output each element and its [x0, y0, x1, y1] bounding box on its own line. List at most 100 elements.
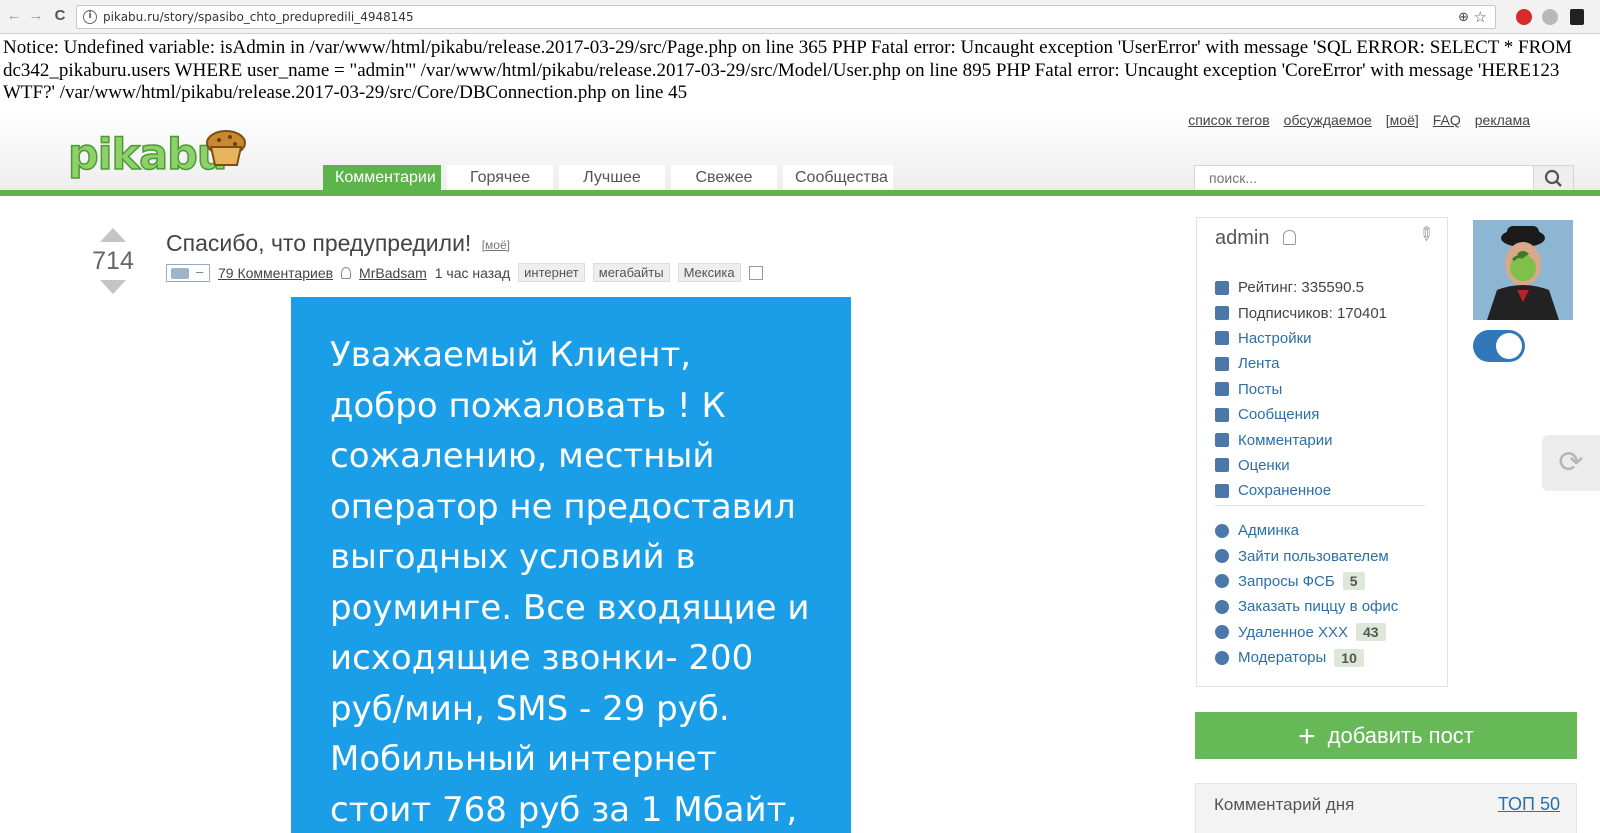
menu-item-deleted-xxx[interactable]: Удаленное XXX 43 [1215, 620, 1443, 645]
speech-bubble-icon [1215, 433, 1229, 448]
tab-fresh[interactable]: Свежее [671, 165, 777, 190]
menu-item-comments[interactable]: Комментарии [1215, 427, 1443, 452]
menu-item-label: Сообщения [1238, 406, 1320, 424]
count-badge: 10 [1334, 648, 1364, 667]
story-tag[interactable]: мегабайты [592, 263, 670, 282]
gear-icon [1215, 331, 1229, 346]
toplink-faq[interactable]: FAQ [1433, 112, 1461, 128]
add-post-label: добавить пост [1327, 723, 1474, 748]
reload-icon[interactable]: C [50, 6, 70, 26]
main-tabs: Комментарии Горячее Лучшее Свежее Сообще… [323, 165, 893, 190]
adblock-extension-icon[interactable] [1516, 9, 1532, 25]
menu-item-label: Сохраненное [1238, 482, 1332, 500]
user-icon [1215, 306, 1229, 321]
header-green-bar [0, 190, 1600, 196]
story-comments-link[interactable]: 79 Комментариев [218, 265, 333, 281]
tab-communities[interactable]: Сообщества [783, 165, 893, 190]
story-title[interactable]: Спасибо, что предупредили! [166, 230, 471, 256]
menu-item-saved[interactable]: Сохраненное [1215, 478, 1443, 503]
zoom-icon[interactable]: ⊕ [1458, 9, 1469, 25]
menu-item-messages[interactable]: Сообщения [1215, 402, 1443, 427]
site-header: pikabu список тегов обсуждаемое [моё] FA… [0, 112, 1600, 196]
menu-item-admin[interactable]: Админка [1215, 518, 1443, 543]
toplink-mine[interactable]: [моё] [1386, 112, 1419, 128]
floppy-icon [1215, 483, 1229, 498]
profile-subscribers: Подписчиков: 170401 [1215, 300, 1443, 325]
pin-icon[interactable]: ✎ [1413, 222, 1438, 248]
search-box [1194, 165, 1574, 191]
globe-extension-icon[interactable] [1542, 9, 1558, 25]
forward-icon[interactable]: → [26, 6, 46, 26]
menu-item-fsb-requests[interactable]: Запросы ФСБ 5 [1215, 569, 1443, 594]
url-text[interactable]: pikabu.ru/story/spasibo_chto_predupredil… [103, 10, 414, 25]
menu-item-login-as-user[interactable]: Зайти пользователем [1215, 543, 1443, 568]
vote-block: 714 [88, 228, 138, 294]
address-bar[interactable]: i pikabu.ru/story/spasibo_chto_predupred… [76, 5, 1496, 29]
story-tag[interactable]: интернет [518, 263, 585, 282]
menu-item-posts[interactable]: Посты [1215, 377, 1443, 402]
bar-chart-icon [1215, 280, 1229, 295]
profile-menu: Рейтинг: 335590.5 Подписчиков: 170401 На… [1215, 275, 1443, 504]
menu-item-feed[interactable]: Лента [1215, 351, 1443, 376]
story-author-link[interactable]: MrBadsam [359, 265, 427, 281]
tab-best[interactable]: Лучшее [559, 165, 665, 190]
menu-item-order-pizza[interactable]: Заказать пиццу в офис [1215, 594, 1443, 619]
story-rating: 714 [92, 247, 134, 275]
posts-icon [1215, 382, 1229, 397]
menu-item-label: Зайти пользователем [1238, 547, 1389, 565]
upvote-icon[interactable] [100, 228, 126, 242]
story-mine-label[interactable]: [моё] [482, 238, 510, 252]
pie-icon [1215, 599, 1229, 614]
search-input[interactable] [1195, 166, 1533, 190]
user-icon [341, 266, 352, 279]
top50-link[interactable]: ТОП 50 [1498, 794, 1560, 815]
comment-of-day-block: Комментарий дня ТОП 50 [1195, 783, 1577, 833]
save-icon[interactable] [748, 265, 763, 280]
browser-toolbar: ← → C i pikabu.ru/story/spasibo_chto_pre… [0, 0, 1600, 34]
menu-item-moderators[interactable]: Модераторы 10 [1215, 645, 1443, 670]
add-post-button[interactable]: + добавить пост [1195, 712, 1577, 759]
downvote-icon[interactable] [100, 280, 126, 294]
toplink-ads[interactable]: реклама [1475, 112, 1530, 128]
story-time: 1 час назад [434, 264, 511, 281]
menu-divider [1215, 505, 1425, 506]
envelope-icon [1215, 407, 1229, 422]
muffin-logo-icon [206, 130, 246, 166]
shield-icon [1215, 523, 1229, 538]
tab-comments[interactable]: Комментарии [323, 165, 441, 190]
story-tag[interactable]: Мексика [677, 263, 741, 282]
toplink-tags[interactable]: список тегов [1188, 112, 1269, 128]
comment-of-day-title: Комментарий дня [1214, 795, 1355, 814]
bookmark-star-icon[interactable]: ☆ [1474, 8, 1487, 26]
info-icon[interactable]: i [83, 10, 97, 24]
smiley-icon [1215, 625, 1229, 640]
bell-icon[interactable] [1283, 230, 1296, 245]
tab-hot[interactable]: Горячее [447, 165, 553, 190]
menu-item-label: Оценки [1238, 456, 1290, 474]
menu-item-settings[interactable]: Настройки [1215, 326, 1443, 351]
profile-rating-text: Рейтинг: 335590.5 [1238, 279, 1364, 297]
count-badge: 5 [1342, 572, 1365, 591]
menu-item-ratings[interactable]: Оценки [1215, 453, 1443, 478]
menu-item-label: Лента [1238, 355, 1280, 373]
story-title-row: Спасибо, что предупредили! [моё] [166, 230, 510, 257]
triangle-up-icon [1215, 458, 1229, 473]
avatar[interactable] [1473, 220, 1573, 320]
toggle-knob [1496, 333, 1522, 359]
php-error-text: Notice: Undefined variable: isAdmin in /… [3, 37, 1572, 103]
theme-toggle[interactable] [1473, 330, 1525, 362]
search-button[interactable] [1533, 166, 1573, 190]
menu-item-label: Модераторы [1238, 649, 1327, 667]
back-icon[interactable]: ← [4, 6, 24, 26]
menu-item-label: Комментарии [1238, 431, 1333, 449]
story-image: Уважаемый Клиент, добро пожаловать ! К с… [291, 297, 851, 833]
search-icon [1544, 169, 1562, 187]
plus-icon: + [1298, 720, 1316, 753]
pikabu-logo[interactable]: pikabu [67, 129, 228, 181]
camera-icon[interactable] [166, 263, 210, 282]
extension-icon[interactable] [1570, 9, 1584, 25]
profile-username[interactable]: admin [1215, 227, 1269, 250]
profile-panel: admin ✎ Рейтинг: 335590.5 Подписчиков: 1… [1196, 217, 1448, 687]
toplink-discussed[interactable]: обсуждаемое [1284, 112, 1372, 128]
refresh-icon[interactable]: ⟳ [1542, 435, 1600, 491]
